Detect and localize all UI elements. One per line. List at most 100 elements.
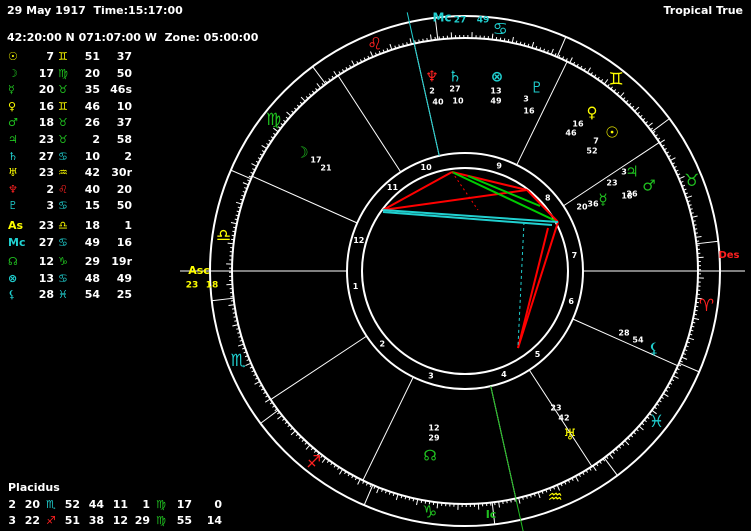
house-number: 11: [387, 183, 399, 192]
sun-minute: 52: [586, 147, 597, 156]
zodiac-sagittarius-icon: ♐: [306, 452, 321, 472]
degree-tick: [261, 144, 268, 149]
uranus-icon: ♅: [563, 426, 576, 444]
house-number: 8: [545, 193, 551, 202]
degree-tick: [619, 92, 625, 98]
degree-tick: [333, 464, 337, 468]
degree-tick: [681, 356, 688, 360]
degree-tick: [330, 462, 333, 466]
degree-tick: [272, 405, 276, 408]
degree-tick: [587, 67, 592, 74]
degree-tick: [234, 320, 238, 322]
sign-boundary: [603, 457, 618, 476]
house-number: 4: [501, 370, 507, 379]
part-of-fortune-degree: 13: [490, 87, 501, 96]
degree-tick: [232, 230, 236, 233]
degree-tick: [233, 226, 237, 229]
degree-tick: [264, 398, 271, 403]
degree-tick: [693, 313, 697, 316]
asc-label: Asc: [188, 264, 210, 277]
jupiter-degree: 23: [606, 179, 617, 188]
degree-tick: [331, 75, 335, 79]
degree-tick: [693, 224, 697, 226]
degree-tick: [519, 41, 522, 45]
degree-tick: [321, 457, 327, 463]
degree-tick: [357, 478, 361, 485]
degree-tick: [351, 60, 355, 67]
degree-tick: [694, 309, 698, 312]
part-of-fortune-icon: ⊗: [491, 68, 504, 86]
house-number: 12: [353, 236, 364, 245]
moon-icon: ☽: [295, 144, 308, 162]
degree-tick: [659, 139, 666, 144]
degree-tick: [409, 38, 412, 45]
jupiter-minute: 3: [621, 168, 627, 177]
zodiac-virgo-icon: ♍: [266, 110, 281, 130]
chiron-minute: 54: [632, 336, 644, 345]
degree-tick: [514, 498, 516, 502]
degree-tick: [333, 70, 338, 77]
degree-tick: [510, 499, 512, 503]
degree-tick: [657, 137, 661, 141]
house-number: 6: [568, 297, 574, 306]
degree-tick: [663, 147, 667, 151]
zodiac-leo-icon: ♌: [367, 34, 382, 54]
house-number-ring: [346, 152, 584, 390]
mars-icon: ♂: [642, 177, 655, 195]
degree-tick: [235, 201, 242, 205]
degree-tick: [589, 467, 592, 471]
degree-tick: [693, 317, 700, 320]
degree-tick: [593, 74, 597, 78]
degree-tick: [422, 38, 424, 42]
degree-tick: [305, 444, 311, 450]
aspect-line: [382, 211, 553, 226]
ic-label: Ic: [486, 508, 497, 521]
degree-tick: [590, 72, 593, 76]
asc-degree: 23: [186, 281, 199, 291]
degree-tick: [341, 69, 345, 73]
degree-tick: [662, 393, 669, 398]
degree-tick: [235, 214, 239, 217]
degree-tick: [686, 195, 693, 199]
saturn-degree: 27: [449, 85, 460, 94]
degree-tick: [569, 57, 573, 64]
node-degree: 12: [428, 424, 439, 433]
part-of-fortune-minute: 49: [490, 97, 502, 106]
degree-tick: [290, 430, 296, 436]
degree-tick: [234, 218, 238, 221]
degree-tick: [694, 228, 698, 230]
pluto-minute: 16: [523, 107, 535, 116]
degree-tick: [270, 136, 274, 139]
sign-boundary: [312, 66, 327, 85]
degree-tick: [599, 460, 602, 464]
degree-tick: [337, 466, 340, 470]
pluto-degree: 3: [523, 95, 529, 104]
degree-tick: [268, 139, 272, 143]
degree-tick: [233, 316, 237, 318]
degree-tick: [669, 157, 676, 161]
zodiac-aries-icon: ♈: [699, 296, 714, 316]
venus-degree: 16: [572, 120, 584, 129]
sign-boundary: [678, 362, 700, 373]
degree-tick: [624, 440, 630, 446]
mercury-degree: 20: [576, 203, 588, 212]
neptune-degree: 2: [429, 87, 435, 96]
degree-tick: [338, 468, 343, 475]
degree-tick: [597, 76, 600, 80]
degree-tick: [251, 163, 258, 167]
degree-tick: [653, 406, 657, 410]
degree-tick: [265, 395, 269, 398]
neptune-icon: ♆: [425, 68, 438, 86]
degree-tick: [518, 497, 521, 504]
uranus-minute: 42: [558, 414, 569, 423]
zodiac-libra-icon: ♎: [216, 226, 231, 246]
zodiac-capricorn-icon: ♑: [422, 502, 437, 522]
degree-tick: [412, 498, 415, 502]
degree-tick: [376, 487, 380, 494]
degree-tick: [654, 134, 658, 137]
uranus-degree: 23: [550, 404, 561, 413]
moon-minute: 21: [320, 164, 332, 173]
zodiac-taurus-icon: ♉: [684, 171, 699, 191]
degree-tick: [656, 403, 660, 406]
degree-tick: [263, 391, 267, 395]
